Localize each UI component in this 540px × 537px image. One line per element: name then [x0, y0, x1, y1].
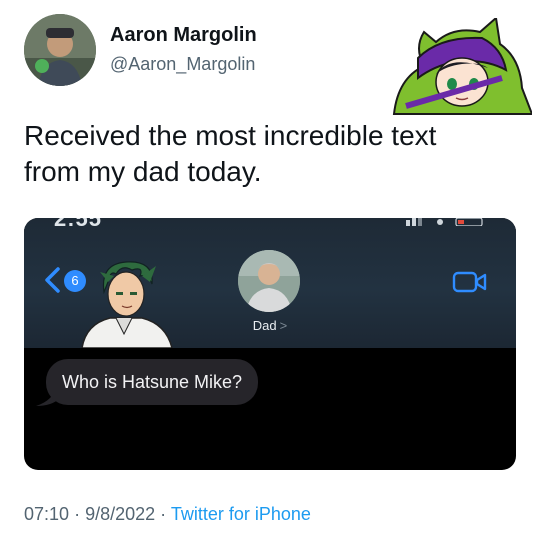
message-bubble[interactable]: Who is Hatsune Mike?	[46, 359, 259, 405]
tweet-metadata: 07:10 · 9/8/2022 · Twitter for iPhone	[24, 504, 311, 525]
status-time: 2:55	[54, 218, 103, 231]
author-name[interactable]: Aaron Margolin	[110, 24, 257, 47]
tweet-card: Aaron Margolin @Aaron_Margolin Received …	[0, 0, 540, 537]
tweet-text: Received the most incredible text from m…	[24, 120, 437, 187]
video-call-icon[interactable]	[452, 270, 488, 294]
imessage-header: 2:55 6 Dad >	[24, 218, 516, 348]
contact-photo-icon	[238, 250, 300, 312]
contact-name: Dad	[252, 318, 277, 333]
anime-girl-sticker	[392, 18, 532, 115]
meta-separator: ·	[74, 504, 81, 524]
tweet-date[interactable]: 9/8/2022	[85, 504, 155, 524]
tweet-source-link[interactable]: Twitter for iPhone	[171, 504, 311, 524]
author-avatar[interactable]	[24, 14, 96, 86]
tweet-time[interactable]: 07:10	[24, 504, 69, 524]
contact-avatar[interactable]	[238, 250, 300, 312]
contact-name-row[interactable]: Dad >	[24, 318, 516, 333]
back-chevron-icon[interactable]	[42, 266, 62, 294]
tweet-media-screenshot[interactable]: 2:55 6 Dad > Who is Hatsune Mike?	[24, 218, 516, 470]
author-handle[interactable]: @Aaron_Margolin	[110, 54, 255, 75]
contact-chevron: >	[279, 318, 288, 333]
meta-separator: ·	[160, 504, 167, 524]
status-bar-icons	[406, 218, 483, 226]
anime-man-sticker	[81, 261, 173, 348]
avatar-photo-icon	[24, 14, 96, 86]
